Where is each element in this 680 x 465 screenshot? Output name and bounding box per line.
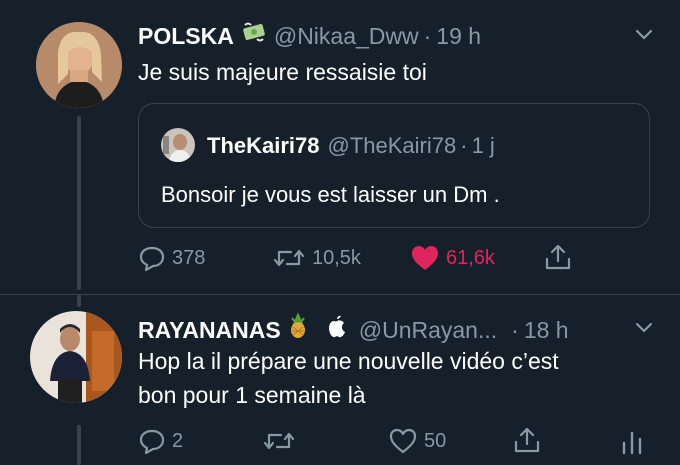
- avatar-rayananas[interactable]: [30, 311, 122, 403]
- tweet-1[interactable]: POLSKA @Nikaa_Dww · 19 h Je suis majeure…: [0, 0, 680, 290]
- chevron-down-icon[interactable]: [634, 28, 654, 42]
- quoted-text: Bonsoir je vous est laisser un Dm .: [161, 182, 500, 207]
- timestamp[interactable]: 18 h: [524, 316, 569, 344]
- avatar-image: [36, 22, 122, 108]
- tweet-2-text-line2: bon pour 1 semaine là: [138, 382, 366, 408]
- quoted-avatar[interactable]: [161, 128, 195, 162]
- reply-count: 378: [172, 246, 206, 269]
- tweet-1-text: Je suis majeure ressaisie toi: [138, 59, 427, 85]
- tweet-2-text-line1: Hop la il prépare une nouvelle vidéo c’e…: [138, 348, 559, 374]
- separator-dot: ·: [511, 316, 519, 343]
- quoted-display-name[interactable]: TheKairi78: [207, 132, 320, 160]
- chevron-down-icon[interactable]: [634, 321, 654, 335]
- quoted-handle[interactable]: @TheKairi78: [328, 132, 457, 160]
- analytics-button[interactable]: [620, 427, 650, 455]
- retweet-button[interactable]: [262, 427, 302, 455]
- avatar-image: [30, 311, 122, 403]
- avatar-polska[interactable]: [36, 22, 122, 108]
- reply-button[interactable]: 2: [138, 427, 183, 455]
- like-count: 50: [424, 429, 447, 452]
- quoted-separator-dot: ·: [460, 133, 468, 158]
- like-button[interactable]: 50: [388, 427, 446, 455]
- heart-outline-icon: [389, 428, 417, 454]
- share-button[interactable]: [512, 425, 548, 455]
- quoted-header: TheKairi78 @TheKairi78 · 1 j: [207, 132, 495, 160]
- share-button[interactable]: [543, 242, 579, 272]
- apple-logo-icon: [327, 314, 347, 345]
- like-count: 61,6k: [446, 246, 495, 269]
- reply-icon: [139, 246, 165, 272]
- retweet-icon: [263, 432, 295, 450]
- tweet-1-header: POLSKA @Nikaa_Dww · 19 h: [138, 20, 481, 51]
- quoted-tweet[interactable]: TheKairi78 @TheKairi78 · 1 j Bonsoir je …: [138, 103, 650, 228]
- share-icon: [514, 427, 540, 453]
- money-with-wings-icon: [242, 20, 266, 51]
- tweet-1-actions: 378 10,5k 61,6k: [0, 240, 680, 276]
- quoted-timestamp[interactable]: 1 j: [472, 132, 495, 160]
- tweet-2[interactable]: RAYANANAS @UnRayan... · 18 h Hop la il p…: [0, 295, 680, 465]
- pineapple-icon: [287, 312, 309, 346]
- reply-button[interactable]: 378: [138, 244, 205, 272]
- display-name[interactable]: POLSKA: [138, 22, 234, 50]
- thread-line-top: [77, 295, 81, 307]
- tweet-2-header: RAYANANAS @UnRayan... · 18 h: [138, 312, 569, 346]
- separator-dot: ·: [423, 22, 432, 49]
- share-icon: [545, 244, 571, 270]
- tweet-2-actions: 2 50: [0, 423, 680, 459]
- reply-icon: [139, 429, 165, 455]
- retweet-count: 10,5k: [312, 246, 361, 269]
- analytics-icon: [622, 431, 642, 455]
- display-name[interactable]: RAYANANAS: [138, 316, 281, 344]
- handle[interactable]: @UnRayan...: [359, 316, 497, 344]
- quoted-avatar-image: [161, 128, 195, 162]
- reply-count: 2: [172, 429, 184, 452]
- timestamp[interactable]: 19 h: [436, 22, 481, 50]
- retweet-button[interactable]: 10,5k: [272, 244, 361, 272]
- retweet-icon: [273, 249, 305, 267]
- like-button[interactable]: 61,6k: [410, 244, 495, 272]
- heart-filled-icon: [412, 246, 438, 270]
- handle[interactable]: @Nikaa_Dww: [274, 22, 419, 50]
